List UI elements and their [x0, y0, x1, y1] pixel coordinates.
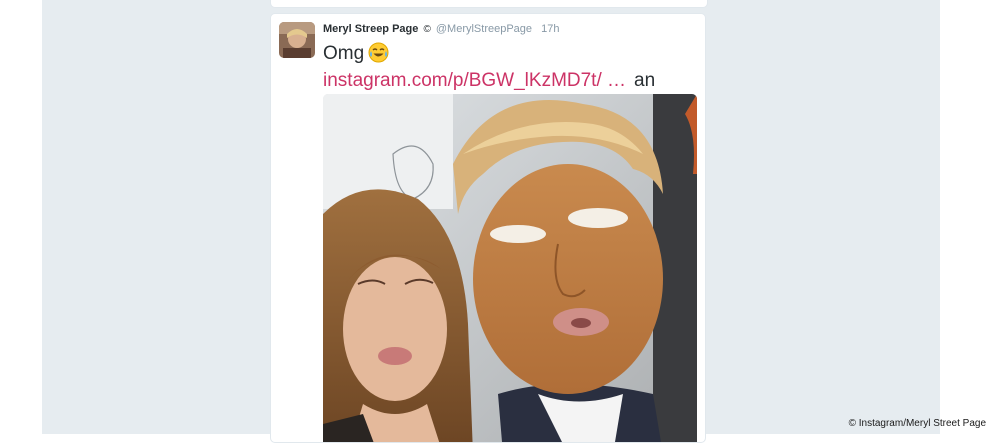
tweet-text-body: Omg — [323, 43, 365, 64]
photo-credit: © Instagram/Meryl Street Page — [848, 418, 986, 429]
avatar-image — [279, 22, 315, 58]
tweet-text: Omg instagram.com/p/BGW_lKzMD7t/ … an — [323, 40, 703, 94]
author-name[interactable]: Meryl Streep Page — [323, 23, 418, 35]
previous-tweet-card[interactable] — [270, 0, 708, 8]
selfie-photo-image — [323, 94, 697, 442]
tweet-header: Meryl Streep Page © @MerylStreepPage 17h — [323, 22, 559, 37]
tweet-card[interactable]: Meryl Streep Page © @MerylStreepPage 17h… — [270, 13, 706, 443]
tweet-photo[interactable] — [323, 94, 697, 442]
tweet-text-suffix: an — [634, 70, 656, 91]
badge-icon: © — [423, 24, 431, 35]
instagram-link[interactable]: instagram.com/p/BGW_lKzMD7t/ … — [323, 70, 626, 91]
author-avatar[interactable] — [279, 22, 315, 58]
author-handle[interactable]: @MerylStreepPage — [436, 23, 532, 35]
tweet-timestamp[interactable]: 17h — [541, 23, 559, 35]
face-with-tears-of-joy-icon — [368, 42, 389, 63]
